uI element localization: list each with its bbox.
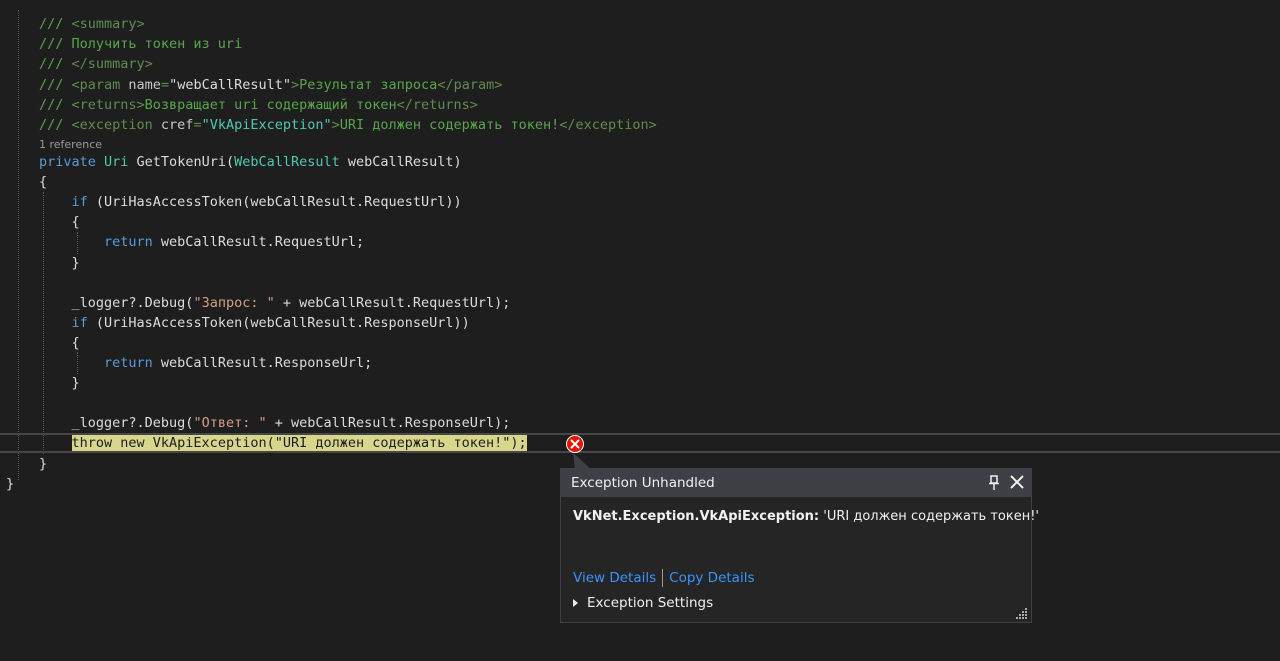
code-token: /// [39,16,72,32]
code-token: (UriHasAccessToken(webCallResult.Request… [87,194,462,211]
code-editor[interactable]: /// <summary>/// Получить токен из uri//… [0,0,1280,661]
code-token: GetTokenUri( [128,154,235,170]
exception-popup: Exception Unhandled VkNet.Exception.VkAp… [560,468,1039,623]
code-token: </returns> [396,96,478,113]
code-line[interactable]: if (UriHasAccessToken(webCallResult.Resp… [39,313,470,333]
code-token: </param> [437,76,503,93]
doc-comment-line[interactable]: /// <exception cref="VkApiException">URI… [39,115,657,135]
code-line[interactable]: } [39,373,80,393]
resize-grip-icon[interactable] [1016,607,1028,619]
code-token: <param [71,76,129,93]
code-token: webCallResult.ResponseUrl; [152,355,373,371]
code-token: /// [39,96,72,113]
code-token: Возвращает uri содержащий токен [144,96,397,113]
close-icon[interactable] [1009,474,1025,490]
code-token: { [39,174,48,191]
code-token: <returns> [71,96,145,113]
code-token: WebCallResult [234,154,340,170]
code-token: return [39,234,153,251]
code-line[interactable]: throw new VkApiException("URI должен сод… [39,433,527,453]
code-token: "Ответ: " [193,415,267,432]
popup-pointer [565,453,591,469]
code-token: { [39,214,80,231]
pin-icon[interactable] [987,475,1001,491]
code-token: = [160,76,170,93]
code-token: cref [160,117,194,133]
exception-settings-label: Exception Settings [587,595,714,611]
code-line[interactable]: { [39,212,80,232]
code-token: { [39,334,80,351]
exception-settings-expander[interactable]: Exception Settings [573,595,713,611]
code-token: /// [39,117,72,133]
code-token: if [39,314,88,331]
code-token: Результат запроса [299,76,438,93]
code-line[interactable]: { [39,333,80,353]
code-token: URI должен содержать токен! [339,117,560,133]
indent-guide [18,10,19,480]
exception-type: VkNet.Exception.VkApiException: [573,509,820,524]
codelens-references[interactable]: 1 reference [39,137,102,153]
highlighted-statement: throw new VkApiException("URI должен сод… [71,435,527,452]
code-line[interactable]: { [39,172,47,192]
code-line[interactable]: private Uri GetTokenUri(WebCallResult we… [39,152,462,172]
code-token: /// [39,76,72,93]
code-token: } [39,254,80,271]
code-token: name [128,76,161,93]
doc-comment-line[interactable]: /// Получить токен из uri [39,34,242,54]
copy-details-link[interactable]: Copy Details [669,570,754,586]
code-token: webCallResult.RequestUrl; [152,234,365,251]
code-line[interactable]: _logger?.Debug("Запрос: " + webCallResul… [39,293,511,313]
code-token: /// [39,56,72,73]
code-token: <summary> [71,16,145,32]
code-token: } [39,455,48,472]
code-token: "VkApiException" [201,117,332,133]
code-token: > [331,117,340,133]
code-token: webCallResult) [339,154,462,170]
code-line[interactable]: return webCallResult.ResponseUrl; [39,353,372,373]
code-token: + webCallResult.RequestUrl); [274,294,511,311]
popup-links: View Details Copy Details [573,569,754,587]
code-token: "Запрос: " [193,294,275,311]
error-icon[interactable] [566,435,584,453]
doc-comment-line[interactable]: /// </summary> [39,54,153,74]
code-line[interactable]: } [39,253,80,273]
code-token: /// Получить токен из uri [39,36,243,53]
code-token: return [39,355,153,371]
code-token: > [291,76,300,93]
code-token: </exception> [559,117,657,133]
code-token: } [39,375,80,392]
view-details-link[interactable]: View Details [573,570,656,586]
popup-header: Exception Unhandled [561,469,1031,497]
doc-comment-line[interactable]: /// <returns>Возвращает uri содержащий т… [39,95,478,115]
code-line[interactable]: return webCallResult.RequestUrl; [39,232,364,252]
code-token: + webCallResult.ResponseUrl); [266,415,511,432]
doc-comment-line[interactable]: /// <param name="webCallResult">Результа… [39,75,502,95]
code-line[interactable]: _logger?.Debug("Ответ: " + webCallResult… [39,413,511,433]
link-separator [662,569,664,587]
doc-comment-line[interactable]: /// <summary> [39,14,145,34]
popup-title: Exception Unhandled [571,475,715,491]
exception-text: 'URI должен содержать токен!' [819,509,1039,524]
code-token: "webCallResult" [169,76,291,93]
exception-message: VkNet.Exception.VkApiException: 'URI дол… [573,509,1039,524]
class-closing-brace: } [6,476,15,492]
code-token: (UriHasAccessToken(webCallResult.Respons… [87,314,470,331]
code-token: </summary> [71,56,153,73]
expand-triangle-icon [573,599,578,607]
code-line[interactable]: } [39,454,47,474]
code-token: if [39,194,88,211]
code-token: Uri [104,154,129,170]
code-token: private [39,154,105,170]
code-token: _logger?.Debug( [39,294,194,311]
code-line[interactable]: if (UriHasAccessToken(webCallResult.Requ… [39,192,462,212]
code-token: = [193,117,202,133]
code-token: <exception [71,117,161,133]
code-token: _logger?.Debug( [39,415,194,432]
